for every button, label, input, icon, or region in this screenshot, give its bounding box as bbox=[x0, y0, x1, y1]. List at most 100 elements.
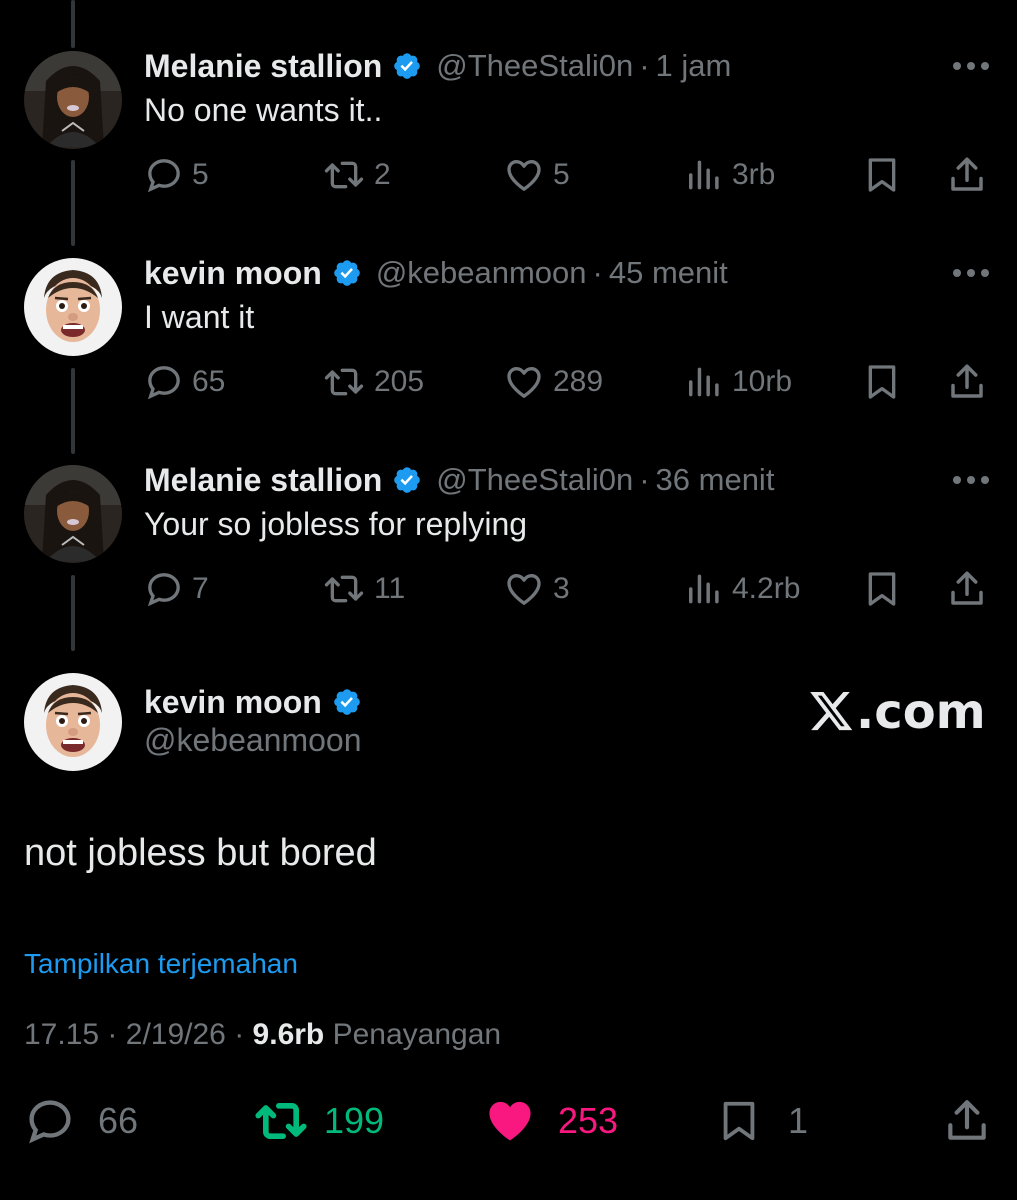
tweet-header: kevin moon bbox=[144, 680, 362, 724]
bookmark-icon bbox=[723, 1101, 755, 1141]
watermark-text: .com bbox=[856, 684, 986, 740]
action-bar: 5 2 5 3rb bbox=[0, 150, 1017, 200]
retweet-count: 199 bbox=[324, 1100, 385, 1141]
avatar[interactable] bbox=[24, 258, 122, 356]
view-count: 4.2rb bbox=[732, 572, 801, 605]
bookmark-icon bbox=[868, 365, 896, 399]
author-name[interactable]: Melanie stallion bbox=[144, 462, 382, 499]
share-button[interactable] bbox=[946, 357, 988, 407]
retweet-icon bbox=[324, 161, 364, 189]
verified-badge-icon bbox=[394, 467, 421, 493]
views-button[interactable]: 4.2rb bbox=[686, 564, 800, 614]
separator: · bbox=[592, 255, 603, 290]
share-icon bbox=[951, 157, 983, 191]
tweet-header: kevin moon @kebeanmoon · 45 menit bbox=[144, 253, 728, 293]
author-handle[interactable]: @TheeStali0n bbox=[436, 462, 633, 498]
retweet-count: 11 bbox=[374, 572, 406, 605]
analytics-icon bbox=[689, 160, 719, 190]
like-button[interactable]: 3 bbox=[503, 564, 570, 614]
timestamp[interactable]: 1 jam bbox=[656, 48, 732, 84]
reply-button[interactable]: 5 bbox=[144, 150, 209, 200]
main-action-bar: 66 199 253 1 bbox=[0, 1096, 1017, 1146]
retweet-button[interactable]: 2 bbox=[322, 150, 391, 200]
action-bar: 65 205 289 10rb bbox=[0, 357, 1017, 407]
heart-icon bbox=[507, 367, 541, 398]
share-button[interactable] bbox=[946, 150, 988, 200]
views-count[interactable]: 9.6rb bbox=[253, 1018, 325, 1051]
translate-link[interactable]: Tampilkan terjemahan bbox=[24, 948, 298, 980]
share-button[interactable] bbox=[946, 564, 988, 614]
tweet-header: Melanie stallion @TheeStali0n · 36 menit bbox=[144, 460, 774, 500]
bookmark-button[interactable] bbox=[862, 150, 902, 200]
bookmark-button[interactable]: 1 bbox=[716, 1096, 808, 1146]
verified-badge-icon bbox=[334, 689, 360, 715]
retweet-count: 2 bbox=[374, 158, 391, 191]
bookmark-button[interactable] bbox=[862, 357, 902, 407]
reply-icon bbox=[29, 1100, 71, 1144]
avatar[interactable] bbox=[24, 51, 122, 149]
views-button[interactable]: 10rb bbox=[686, 357, 792, 407]
retweet-button[interactable]: 199 bbox=[252, 1096, 384, 1146]
tweet-meta: 17.15 · 2/19/26 · 9.6rb Penayangan bbox=[24, 1018, 501, 1052]
tweet-text: Your so jobless for replying bbox=[144, 506, 528, 542]
bookmark-icon bbox=[868, 158, 896, 192]
like-button[interactable]: 5 bbox=[503, 150, 570, 200]
separator: · bbox=[639, 462, 650, 497]
reply-count: 5 bbox=[192, 158, 209, 191]
more-options-icon[interactable] bbox=[951, 474, 991, 486]
x-logo-icon bbox=[810, 692, 853, 731]
author-name[interactable]: Melanie stallion bbox=[144, 48, 382, 85]
analytics-icon bbox=[689, 574, 719, 604]
man-avatar-icon bbox=[24, 673, 122, 771]
reply-count: 65 bbox=[192, 365, 226, 398]
more-options-icon[interactable] bbox=[951, 60, 991, 72]
share-button[interactable] bbox=[942, 1096, 992, 1146]
heart-icon bbox=[507, 160, 541, 191]
timestamp[interactable]: 45 menit bbox=[609, 255, 728, 291]
avatar[interactable] bbox=[24, 673, 122, 771]
share-icon bbox=[948, 1100, 986, 1140]
more-options-icon[interactable] bbox=[951, 267, 991, 279]
reply-button[interactable]: 7 bbox=[144, 564, 209, 614]
retweet-count: 205 bbox=[374, 365, 425, 398]
view-count: 3rb bbox=[732, 158, 776, 191]
analytics-icon bbox=[689, 367, 719, 397]
tweet-time[interactable]: 17.15 bbox=[24, 1018, 99, 1051]
author-name[interactable]: kevin moon bbox=[144, 684, 322, 721]
tweet-date[interactable]: 2/19/26 bbox=[126, 1018, 226, 1051]
reply-count: 7 bbox=[192, 572, 209, 605]
avatar[interactable] bbox=[24, 465, 122, 563]
woman-avatar-icon bbox=[24, 51, 122, 149]
author-handle[interactable]: @kebeanmoon bbox=[144, 722, 362, 759]
views-button[interactable]: 3rb bbox=[686, 150, 775, 200]
bookmark-count: 1 bbox=[788, 1100, 809, 1141]
like-count: 3 bbox=[553, 572, 570, 605]
heart-filled-icon bbox=[489, 1101, 531, 1141]
author-name[interactable]: kevin moon bbox=[144, 255, 322, 292]
share-icon bbox=[951, 364, 983, 398]
reply-count: 66 bbox=[98, 1100, 139, 1141]
reply-icon bbox=[147, 573, 180, 607]
separator: · bbox=[234, 1018, 245, 1051]
bookmark-icon bbox=[868, 572, 896, 606]
like-button[interactable]: 253 bbox=[482, 1096, 618, 1146]
retweet-button[interactable]: 205 bbox=[322, 357, 424, 407]
tweet-text: No one wants it.. bbox=[144, 92, 383, 128]
author-handle[interactable]: @kebeanmoon bbox=[376, 255, 587, 291]
author-handle[interactable]: @TheeStali0n bbox=[436, 48, 633, 84]
like-button[interactable]: 289 bbox=[503, 357, 603, 407]
tweet-text: I want it bbox=[144, 299, 255, 335]
verified-badge-icon bbox=[394, 53, 421, 79]
retweet-button[interactable]: 11 bbox=[322, 564, 405, 614]
reply-icon bbox=[147, 159, 180, 193]
separator: · bbox=[639, 48, 650, 83]
bookmark-button[interactable] bbox=[862, 564, 902, 614]
timestamp[interactable]: 36 menit bbox=[656, 462, 775, 498]
retweet-icon bbox=[255, 1103, 307, 1139]
reply-button[interactable]: 66 bbox=[24, 1096, 138, 1146]
like-count: 253 bbox=[558, 1100, 619, 1141]
view-count: 10rb bbox=[732, 365, 793, 398]
reply-button[interactable]: 65 bbox=[144, 357, 225, 407]
thread-line bbox=[71, 0, 75, 48]
man-avatar-icon bbox=[24, 258, 122, 356]
